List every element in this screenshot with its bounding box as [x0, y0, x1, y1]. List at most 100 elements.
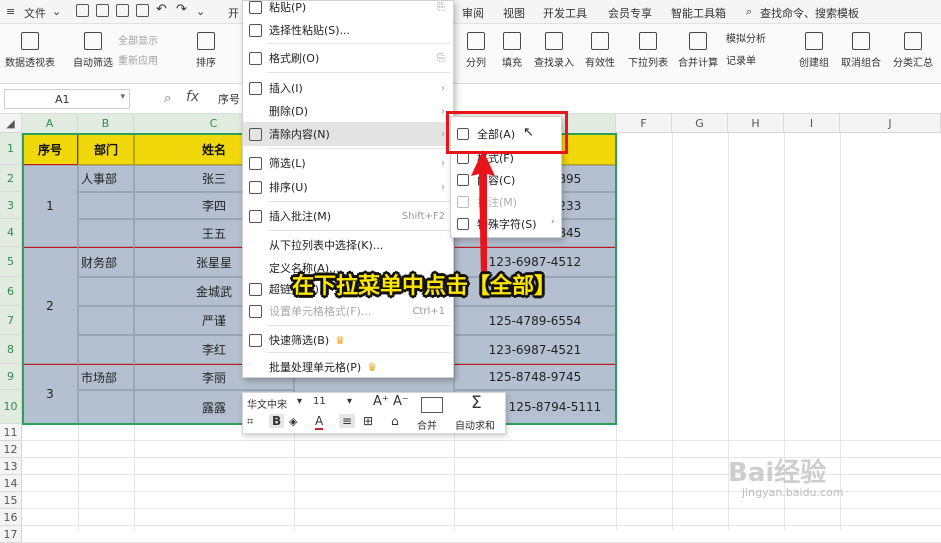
column-header-b[interactable]: B	[78, 114, 134, 133]
column-header-h[interactable]: H	[728, 114, 784, 133]
chevron-down-icon[interactable]: ▾	[347, 396, 352, 407]
validity-button[interactable]: 有效性	[580, 32, 620, 69]
bold-button[interactable]: B	[269, 414, 285, 428]
sigma-icon[interactable]: Σ	[471, 393, 482, 413]
menu-item-clear-contents[interactable]: 清除内容(N) ›	[243, 122, 455, 146]
create-group-button[interactable]: 创建组	[794, 32, 834, 69]
dept-cell-empty[interactable]	[78, 390, 134, 424]
split-column-button[interactable]: 分列	[458, 32, 494, 69]
menu-item-insert-comment[interactable]: 插入批注(M) Shift+F2	[243, 204, 455, 228]
merge-button[interactable]: 合并	[417, 417, 437, 432]
row-header[interactable]: 11	[0, 424, 22, 441]
column-header-a[interactable]: A	[22, 114, 78, 133]
tab-member[interactable]: 会员专享	[608, 5, 652, 21]
increase-font-icon[interactable]: A⁺	[373, 394, 389, 409]
menu-item-delete[interactable]: 删除(D) ›	[243, 99, 455, 123]
decrease-font-icon[interactable]: A⁻	[393, 394, 409, 409]
print-icon[interactable]	[116, 4, 129, 17]
row-header[interactable]: 4	[0, 219, 22, 247]
font-size-select[interactable]: 11	[313, 396, 326, 407]
formula-content[interactable]: 序号	[218, 91, 240, 107]
sort-button[interactable]: 排序	[188, 32, 224, 69]
row-header[interactable]: 12	[0, 441, 22, 458]
menu-item-format-painter[interactable]: 格式刷(O) ⎘	[243, 46, 455, 70]
seq-cell[interactable]: 1	[22, 165, 78, 247]
dept-cell-empty[interactable]	[78, 277, 134, 306]
dept-cell[interactable]: 财务部	[78, 247, 134, 277]
menu-item-paste[interactable]: 粘贴(P) ⎘	[243, 0, 455, 19]
menu-item-filter[interactable]: 筛选(L) ›	[243, 151, 455, 175]
command-search[interactable]: 查找命令、搜索模板	[760, 5, 859, 21]
more-icon[interactable]: ⌄	[196, 5, 205, 18]
fill-color-icon[interactable]: ◈	[289, 415, 297, 428]
dept-cell-empty[interactable]	[78, 335, 134, 364]
dept-cell[interactable]: 市场部	[78, 364, 134, 390]
row-header[interactable]: 5	[0, 247, 22, 277]
show-all-button[interactable]: 全部显示	[118, 32, 180, 47]
chevron-down-icon[interactable]: ▾	[297, 396, 302, 407]
dropdown-list-button[interactable]: 下拉列表	[624, 32, 672, 69]
align-icon[interactable]: ≡	[339, 414, 356, 428]
menu-item-paste-special[interactable]: 选择性粘贴(S)...	[243, 18, 455, 42]
dept-cell-empty[interactable]	[78, 306, 134, 335]
column-header-i[interactable]: I	[784, 114, 840, 133]
format-icon[interactable]: ⌗	[247, 415, 253, 429]
consolidate-button[interactable]: 合并计算	[674, 32, 722, 69]
export-icon[interactable]	[96, 4, 109, 17]
font-color-icon[interactable]: A	[315, 414, 324, 430]
chevron-down-icon[interactable]: ⌄	[52, 5, 61, 18]
row-header[interactable]: 10	[0, 390, 22, 424]
header-cell-seq[interactable]: 序号	[22, 133, 78, 165]
dept-cell-empty[interactable]	[78, 192, 134, 219]
column-header-g[interactable]: G	[672, 114, 728, 133]
undo-icon[interactable]: ↶	[156, 2, 167, 17]
fill-button[interactable]: 填充	[494, 32, 530, 69]
column-header-j[interactable]: J	[840, 114, 941, 133]
autofilter-button[interactable]: 自动筛选	[68, 32, 118, 69]
row-header[interactable]: 17	[0, 526, 22, 543]
tab-developer[interactable]: 开发工具	[543, 5, 587, 21]
hamburger-icon[interactable]: ≡	[6, 5, 15, 18]
phone-cell[interactable]: 125-8748-9745	[454, 364, 616, 390]
menu-tab-partial[interactable]: 开	[228, 5, 239, 21]
row-header[interactable]: 3	[0, 192, 22, 219]
row-header[interactable]: 8	[0, 335, 22, 364]
menu-file[interactable]: 文件	[24, 5, 46, 21]
tab-view[interactable]: 视图	[503, 5, 525, 21]
select-all-corner[interactable]: ◢	[0, 114, 22, 133]
row-header[interactable]: 6	[0, 277, 22, 306]
menu-item-pick-from-list[interactable]: 从下拉列表中选择(K)...	[243, 233, 455, 257]
font-family-select[interactable]: 华文中宋	[247, 396, 287, 411]
header-cell-dept[interactable]: 部门	[78, 133, 134, 165]
clear-format-mini-icon[interactable]: ⌂	[391, 414, 399, 428]
redo-icon[interactable]: ↷	[176, 2, 187, 17]
menu-item-sort[interactable]: 排序(U) ›	[243, 175, 455, 199]
row-header[interactable]: 1	[0, 133, 22, 165]
seq-cell[interactable]: 2	[22, 247, 78, 364]
autosum-button[interactable]: 自动求和	[455, 417, 495, 432]
subtotal-button[interactable]: 分类汇总	[888, 32, 938, 69]
save-icon[interactable]	[76, 4, 89, 17]
function-icon[interactable]: fx	[186, 89, 199, 105]
phone-cell[interactable]: 123-6987-4521	[454, 335, 616, 364]
menu-item-batch-process[interactable]: 批量处理单元格(P) ♛	[243, 355, 455, 379]
menu-item-format-cells[interactable]: 设置单元格格式(F)... Ctrl+1	[243, 299, 455, 323]
tab-smart-toolbox[interactable]: 智能工具箱	[671, 5, 726, 21]
search-icon[interactable]: ⌕	[746, 5, 752, 19]
row-header[interactable]: 9	[0, 364, 22, 390]
row-header[interactable]: 15	[0, 492, 22, 509]
pivot-table-button[interactable]: 数据透视表	[2, 32, 58, 69]
record-form-button[interactable]: 记录单	[726, 52, 786, 67]
what-if-button[interactable]: 模拟分析	[726, 30, 786, 45]
preview-icon[interactable]	[136, 4, 149, 17]
dept-cell-empty[interactable]	[78, 219, 134, 247]
row-header[interactable]: 16	[0, 509, 22, 526]
merge-icon[interactable]	[421, 397, 443, 413]
lookup-entry-button[interactable]: 查找录入	[530, 32, 578, 69]
zoom-icon[interactable]: ⌕	[164, 91, 171, 106]
column-header-f[interactable]: F	[616, 114, 672, 133]
borders-icon[interactable]: ⊞	[363, 414, 373, 428]
menu-item-quick-filter[interactable]: 快速筛选(B) ♛	[243, 328, 455, 352]
row-header[interactable]: 14	[0, 475, 22, 492]
tab-review[interactable]: 审阅	[462, 5, 484, 21]
